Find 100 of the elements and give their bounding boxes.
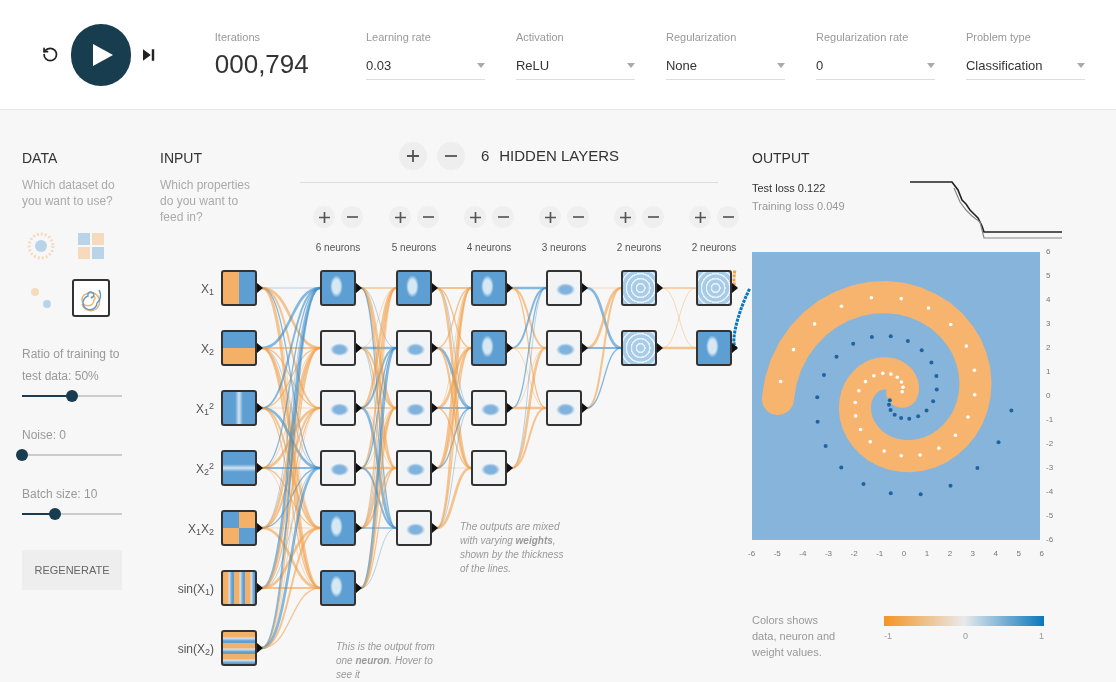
dropdown-label: Regularization rate bbox=[815, 30, 910, 45]
dropdown-select[interactable]: Classification bbox=[965, 55, 1085, 80]
neuron-node[interactable] bbox=[320, 270, 356, 306]
dropdown-select[interactable]: None bbox=[665, 55, 785, 80]
y-tick: 3 bbox=[1046, 320, 1052, 328]
y-tick: 0 bbox=[1046, 392, 1052, 400]
add-neuron-button[interactable] bbox=[464, 206, 486, 228]
feature-node[interactable] bbox=[221, 390, 257, 426]
dropdown-label: Activation bbox=[515, 30, 565, 45]
add-layer-button[interactable] bbox=[398, 142, 427, 170]
neuron-count: 2 neurons bbox=[615, 241, 663, 255]
x-tick: 1 bbox=[924, 548, 930, 560]
neuron-node[interactable] bbox=[396, 270, 432, 306]
feature-node[interactable] bbox=[221, 270, 257, 306]
x-tick: 6 bbox=[1039, 548, 1044, 560]
y-tick: 6 bbox=[1046, 248, 1052, 256]
dropdown-select[interactable]: 0.03 bbox=[365, 55, 485, 80]
x-tick: 0 bbox=[901, 548, 907, 560]
feature-node[interactable] bbox=[221, 330, 257, 366]
minus-icon bbox=[647, 216, 659, 218]
minus-icon bbox=[572, 216, 584, 218]
feature-node[interactable] bbox=[221, 510, 257, 546]
neuron-node[interactable] bbox=[320, 330, 356, 366]
neuron-node[interactable] bbox=[546, 270, 582, 306]
dropdown-label: Learning rate bbox=[365, 30, 432, 45]
feature-node[interactable] bbox=[221, 630, 257, 666]
remove-neuron-button[interactable] bbox=[341, 206, 363, 228]
neuron-node[interactable] bbox=[546, 330, 582, 366]
remove-neuron-button[interactable] bbox=[492, 206, 514, 228]
step-icon[interactable] bbox=[143, 48, 155, 61]
x-tick: 4 bbox=[993, 548, 998, 560]
data-prompt: Which dataset do you want to use? bbox=[22, 177, 116, 209]
y-tick: 5 bbox=[1046, 272, 1052, 280]
remove-neuron-button[interactable] bbox=[642, 206, 664, 228]
neuron-count: 6 neurons bbox=[314, 241, 362, 255]
slider-label: Ratio of training to test data: 50% bbox=[22, 346, 121, 385]
add-neuron-button[interactable] bbox=[539, 206, 561, 228]
remove-neuron-button[interactable] bbox=[717, 206, 739, 228]
neuron-node[interactable] bbox=[471, 330, 507, 366]
dropdown-label: Problem type bbox=[965, 30, 1032, 45]
neuron-node[interactable] bbox=[621, 270, 657, 306]
x-tick: -1 bbox=[876, 548, 884, 560]
y-tick: -1 bbox=[1046, 416, 1054, 424]
x-tick: -5 bbox=[773, 548, 781, 560]
slider-thumb[interactable] bbox=[66, 390, 78, 402]
neuron-node[interactable] bbox=[696, 330, 732, 366]
regenerate-button[interactable]: REGENERATE bbox=[22, 550, 122, 590]
caret-icon bbox=[776, 62, 785, 68]
neuron-node[interactable] bbox=[471, 450, 507, 486]
output-heading: OUTPUT bbox=[752, 149, 811, 168]
neuron-node[interactable] bbox=[696, 270, 732, 306]
neuron-node[interactable] bbox=[320, 510, 356, 546]
remove-layer-button[interactable] bbox=[436, 142, 465, 170]
remove-neuron-button[interactable] bbox=[417, 206, 439, 228]
neuron-node[interactable] bbox=[320, 450, 356, 486]
add-neuron-button[interactable] bbox=[689, 206, 711, 228]
neuron-node[interactable] bbox=[396, 390, 432, 426]
feature-node[interactable] bbox=[221, 570, 257, 606]
neuron-node[interactable] bbox=[396, 330, 432, 366]
dropdown-select[interactable]: ReLU bbox=[515, 55, 635, 80]
data-heading: DATA bbox=[22, 149, 59, 168]
slider-thumb[interactable] bbox=[49, 508, 61, 520]
input-heading: INPUT bbox=[160, 149, 203, 168]
minus-icon bbox=[444, 155, 457, 157]
reset-icon[interactable] bbox=[42, 46, 59, 63]
neuron-node[interactable] bbox=[396, 510, 432, 546]
y-tick: -3 bbox=[1046, 464, 1054, 472]
remove-neuron-button[interactable] bbox=[567, 206, 589, 228]
plus-icon bbox=[406, 150, 419, 162]
scale-tick: -1 bbox=[884, 630, 892, 643]
neuron-node[interactable] bbox=[320, 390, 356, 426]
neuron-node[interactable] bbox=[546, 390, 582, 426]
neuron-node[interactable] bbox=[471, 390, 507, 426]
feature-label: X$_{1}$ bbox=[199, 281, 214, 298]
minus-icon bbox=[497, 216, 509, 218]
dataset-thumbnail[interactable] bbox=[72, 279, 110, 317]
scale-tick: 0 bbox=[963, 630, 968, 643]
neuron-node[interactable] bbox=[621, 330, 657, 366]
annotation-note: This is the output from one neuron. Hover to see it bbox=[336, 640, 436, 682]
add-neuron-button[interactable] bbox=[389, 206, 411, 228]
plus-icon bbox=[694, 211, 706, 223]
legend-text: Colors shows data, neuron and weight values. bbox=[752, 613, 837, 660]
x-tick: 5 bbox=[1016, 548, 1021, 560]
neuron-count: 2 neurons bbox=[690, 241, 738, 255]
add-neuron-button[interactable] bbox=[313, 206, 335, 228]
slider-thumb[interactable] bbox=[16, 449, 28, 461]
feature-label: X$_{1}$X$_{2}$ bbox=[186, 521, 214, 538]
neuron-count: 4 neurons bbox=[465, 241, 513, 255]
input-prompt: Which properties do you want to feed in? bbox=[160, 177, 252, 225]
add-neuron-button[interactable] bbox=[614, 206, 636, 228]
neuron-node[interactable] bbox=[320, 570, 356, 606]
feature-label: X$_{2}$ bbox=[199, 341, 214, 358]
neuron-node[interactable] bbox=[396, 450, 432, 486]
feature-node[interactable] bbox=[221, 450, 257, 486]
minus-icon bbox=[346, 216, 358, 218]
neuron-node[interactable] bbox=[471, 270, 507, 306]
hidden-layers-heading: HIDDEN LAYERS bbox=[499, 145, 620, 166]
caret-icon bbox=[626, 62, 635, 68]
y-tick: -2 bbox=[1046, 440, 1054, 448]
dropdown-select[interactable]: 0 bbox=[815, 55, 935, 80]
